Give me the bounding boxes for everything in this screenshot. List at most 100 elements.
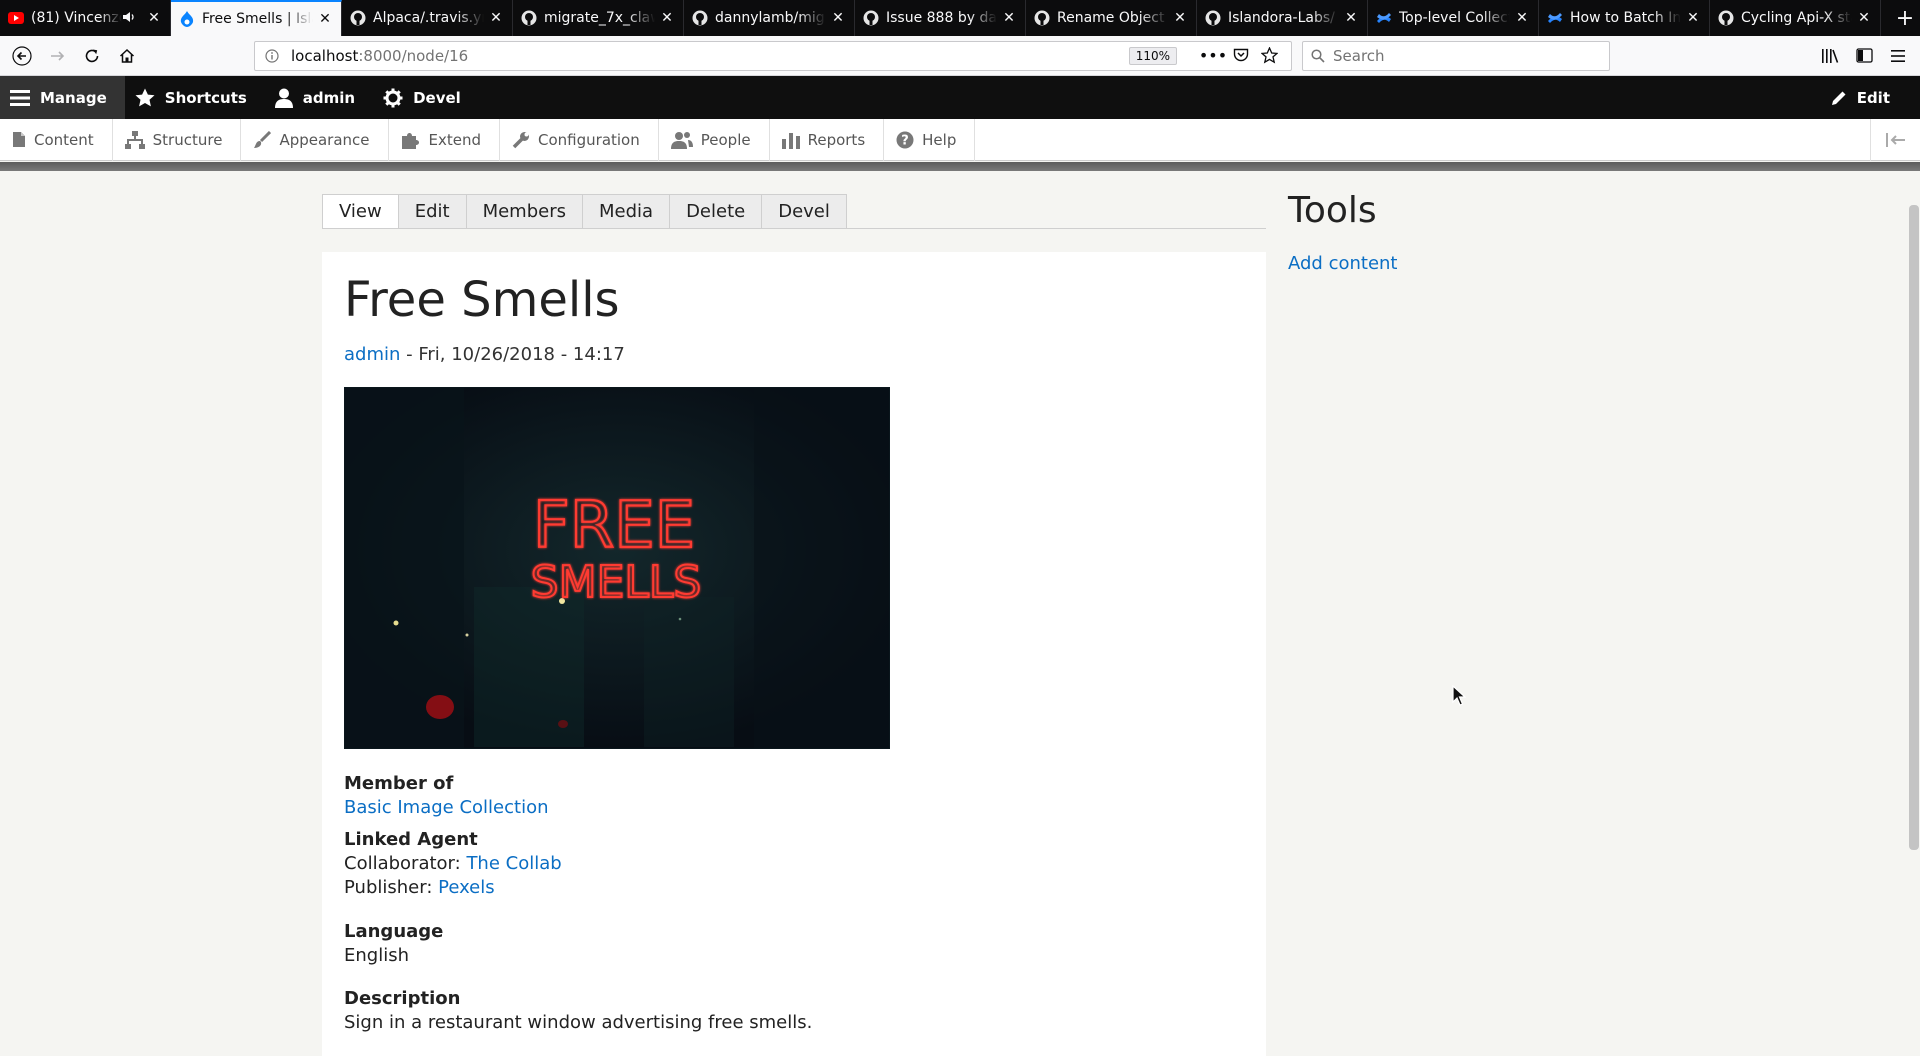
tray-item-extend[interactable]: Extend (389, 118, 501, 161)
collaborator-link[interactable]: The Collab (466, 853, 561, 874)
toolbar-user[interactable]: admin (265, 76, 373, 119)
page-title: Free Smells (344, 272, 620, 328)
browser-tab[interactable]: Islandora-Labs/ ✕ (1197, 0, 1368, 36)
forward-arrow-icon[interactable] (41, 40, 73, 72)
drupal-icon (179, 11, 195, 27)
tray-item-configuration[interactable]: Configuration (500, 118, 659, 161)
close-tab-icon[interactable]: ✕ (317, 11, 333, 27)
puzzle-icon (401, 132, 419, 149)
browser-tab[interactable]: dannylamb/migrate ✕ (684, 0, 855, 36)
tray-item-people[interactable]: People (659, 118, 770, 161)
browser-tab-title: Alpaca/.travis.yml (373, 10, 484, 26)
tabs-divider (322, 228, 1266, 229)
field-label: Language (344, 921, 444, 942)
browser-tab[interactable]: Alpaca/.travis.yml ✕ (342, 0, 513, 36)
tray-item-content[interactable]: Content (0, 118, 113, 161)
github-icon (350, 10, 366, 26)
toolbar-devel[interactable]: Devel (373, 76, 479, 119)
sidebar-toggle-icon[interactable] (1850, 42, 1878, 70)
publisher-link[interactable]: Pexels (438, 877, 495, 898)
confluence-icon (1547, 10, 1563, 26)
field-label: Linked Agent (344, 829, 478, 850)
github-icon (1205, 10, 1221, 26)
close-tab-icon[interactable]: ✕ (1856, 10, 1872, 26)
browser-tab[interactable]: Cycling Api-X stack ✕ (1710, 0, 1881, 36)
close-tab-icon[interactable]: ✕ (1172, 10, 1188, 26)
tab-delete[interactable]: Delete (669, 194, 762, 229)
home-icon[interactable] (111, 40, 143, 72)
browser-tab-title: (81) Vincenzo (31, 10, 122, 26)
tray-item-label: Content (34, 130, 94, 149)
browser-tab[interactable]: Rename Object ✕ (1026, 0, 1197, 36)
confluence-icon (1376, 10, 1392, 26)
agent-role: Publisher: (344, 877, 439, 898)
browser-tab[interactable]: (81) Vincenzo ✕ (0, 0, 171, 36)
close-tab-icon[interactable]: ✕ (1001, 10, 1017, 26)
tray-item-label: Configuration (538, 130, 640, 149)
browser-tab-strip: (81) Vincenzo ✕ Free Smells | Islandora … (0, 0, 1920, 36)
search-input[interactable]: Search (1302, 40, 1610, 71)
tab-devel[interactable]: Devel (761, 194, 847, 229)
node-image[interactable]: FREE SMELLS (343, 386, 891, 750)
page-actions-icon[interactable]: ••• (1199, 42, 1227, 70)
toolbar-manage[interactable]: Manage (0, 76, 125, 119)
zoom-indicator[interactable]: 110% (1128, 46, 1177, 65)
browser-tab[interactable]: Free Smells | Islandora ✕ (171, 0, 342, 36)
close-tab-icon[interactable]: ✕ (1685, 10, 1701, 26)
mouse-cursor-icon (1452, 684, 1467, 711)
close-tab-icon[interactable]: ✕ (659, 10, 675, 26)
tray-item-appearance[interactable]: Appearance (241, 118, 389, 161)
info-icon[interactable] (263, 47, 281, 65)
library-icon[interactable] (1816, 42, 1844, 70)
close-tab-icon[interactable]: ✕ (1514, 10, 1530, 26)
field-label: Member of (344, 773, 454, 794)
tab-edit[interactable]: Edit (397, 194, 466, 229)
field-member-of: Member of Basic Image Collection (344, 772, 549, 820)
member-of-link[interactable]: Basic Image Collection (344, 797, 549, 818)
close-tab-icon[interactable]: ✕ (488, 10, 504, 26)
tab-members[interactable]: Members (465, 194, 582, 229)
add-content-link[interactable]: Add content (1288, 253, 1398, 274)
toolbar-shortcuts[interactable]: Shortcuts (125, 76, 265, 119)
toolbar-edit-label: Edit (1856, 88, 1890, 107)
browser-tab[interactable]: migrate_7x_claw ✕ (513, 0, 684, 36)
browser-tab[interactable]: Issue 888 by dannylamb ✕ (855, 0, 1026, 36)
bookmark-star-icon[interactable] (1255, 42, 1283, 70)
sign-text-line2: SMELLS (531, 557, 702, 608)
tray-item-structure[interactable]: Structure (113, 118, 242, 161)
tray-item-help[interactable]: ? Help (884, 118, 976, 161)
paintbrush-icon (254, 130, 272, 148)
tray-item-reports[interactable]: Reports (770, 118, 885, 161)
search-icon (1311, 48, 1325, 63)
browser-tab[interactable]: How to Batch Ingest ✕ (1539, 0, 1710, 36)
reload-icon[interactable] (76, 40, 108, 72)
collapse-tray-icon[interactable] (1870, 118, 1920, 161)
close-tab-icon[interactable]: ✕ (1343, 10, 1359, 26)
page-scrollbar-thumb[interactable] (1909, 205, 1919, 850)
pocket-icon[interactable] (1227, 42, 1255, 70)
url-host: localhost (291, 46, 359, 65)
author-link[interactable]: admin (344, 344, 400, 365)
browser-tab[interactable]: Top-level Collections ✕ (1368, 0, 1539, 36)
speaker-icon[interactable] (122, 11, 136, 26)
new-tab-icon[interactable]: + (1890, 0, 1920, 36)
url-path: :8000/node/16 (358, 46, 469, 65)
back-arrow-icon[interactable] (6, 40, 38, 72)
tray-item-label: Appearance (279, 130, 370, 149)
close-tab-icon[interactable]: ✕ (146, 10, 162, 26)
tab-media[interactable]: Media (582, 194, 670, 229)
user-icon (274, 88, 293, 108)
hamburger-menu-icon[interactable] (1884, 42, 1912, 70)
tray-item-label: Structure (152, 130, 223, 149)
toolbar-edit[interactable]: Edit (1821, 76, 1920, 119)
toolbar-devel-label: Devel (413, 88, 461, 107)
pencil-icon (1831, 91, 1846, 105)
close-tab-icon[interactable]: ✕ (830, 10, 846, 26)
url-bar[interactable]: localhost:8000/node/16 110% ••• (254, 40, 1292, 71)
node-content: Free Smells admin - Fri, 10/26/2018 - 14… (322, 252, 1266, 1056)
search-placeholder: Search (1333, 46, 1385, 65)
svg-text:?: ? (901, 133, 909, 148)
tab-view[interactable]: View (322, 194, 398, 229)
agent-role: Collaborator: (344, 853, 467, 874)
people-icon (670, 131, 693, 149)
